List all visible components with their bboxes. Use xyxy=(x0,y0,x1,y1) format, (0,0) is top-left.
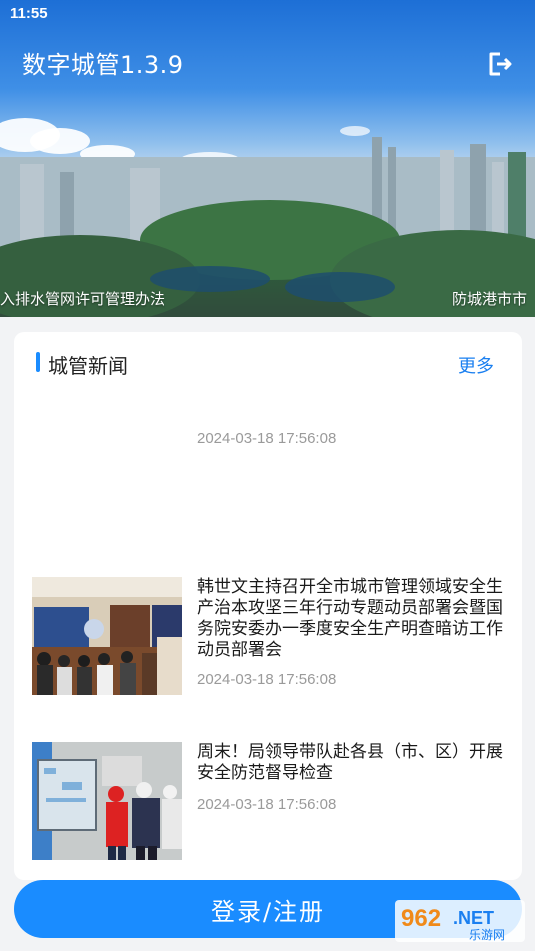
news-time: 2024-03-18 17:56:08 xyxy=(197,430,337,447)
svg-text:.NET: .NET xyxy=(453,908,494,928)
news-time: 2024-03-18 17:56:08 xyxy=(197,671,337,688)
section-accent-bar xyxy=(36,352,40,372)
section-title: 城管新闻 xyxy=(48,354,128,378)
lake xyxy=(150,266,270,292)
status-time: 11:55 xyxy=(10,5,48,22)
logout-icon[interactable] xyxy=(486,50,514,78)
svg-text:乐游网: 乐游网 xyxy=(469,928,505,942)
svg-text:962: 962 xyxy=(401,905,441,932)
news-title: 韩世文主持召开全市城市管理领域安全生产治本攻坚三年行动专题动员部署会暨国务院安委… xyxy=(197,577,503,660)
watermark-logo: 962 .NET 乐游网 xyxy=(395,898,527,944)
news-card: 城管新闻 更多 2024-03-18 17:56:08 韩世文主持召开全市城市管… xyxy=(14,332,522,880)
news-title: 周末！局领导带队赴各县（市、区）开展安全防范督导检查 xyxy=(197,742,503,783)
app-title: 数字城管1.3.9 xyxy=(22,51,184,79)
news-thumbnail xyxy=(32,742,182,860)
news-time: 2024-03-18 17:56:08 xyxy=(197,796,337,813)
news-thumbnail xyxy=(32,577,182,695)
cloud xyxy=(340,126,370,136)
more-link[interactable]: 更多 xyxy=(458,352,494,378)
banner-caption-right[interactable]: 防城港市市 xyxy=(452,288,527,309)
banner-caption-left[interactable]: 入排水管网许可管理办法 xyxy=(0,288,165,309)
hero-banner[interactable]: 11:55 数字城管1.3.9 入排水管网许可管理办法 防城港市市 xyxy=(0,0,535,317)
lake xyxy=(285,272,395,302)
